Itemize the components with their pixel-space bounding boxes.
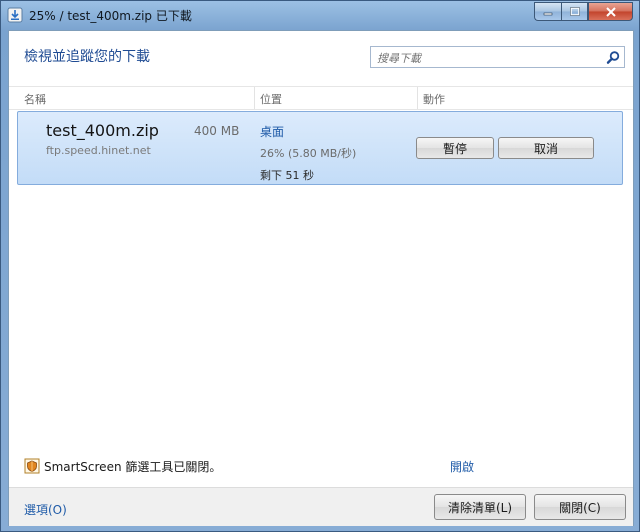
search-box[interactable] [370,46,625,68]
client-area: 檢視並追蹤您的下載 名稱 位置 動作 test_400m.zip 400 MB … [8,30,634,526]
column-location[interactable]: 位置 [260,91,282,107]
smartscreen-shield-icon [24,458,40,474]
clear-list-button[interactable]: 清除清單(L) [434,494,526,520]
window-title: 25% / test_400m.zip 已下載 [29,9,192,23]
file-size: 400 MB [194,124,240,138]
search-input[interactable] [375,49,599,67]
download-manager-window: 25% / test_400m.zip 已下載 檢視並追蹤您的下載 搜尋下載 名… [0,0,640,532]
search-icon[interactable] [606,50,621,65]
minimize-button[interactable] [534,2,561,21]
progress-text: 26% (5.80 MB/秒) [260,147,357,160]
time-remaining: 剩下 51 秒 [260,169,314,182]
options-link[interactable]: 選項(O) [24,501,67,518]
header: 檢視並追蹤您的下載 [9,31,633,85]
smartscreen-enable-link[interactable]: 開啟 [450,458,474,475]
close-icon [605,6,616,17]
pause-button[interactable]: 暫停 [416,137,494,159]
minimize-icon [543,12,553,15]
download-row[interactable]: test_400m.zip 400 MB ftp.speed.hinet.net… [17,111,623,185]
column-divider[interactable] [254,87,255,109]
page-title: 檢視並追蹤您的下載 [24,49,150,65]
maximize-icon [569,6,580,16]
smartscreen-status: SmartScreen 篩選工具已關閉。 [44,460,222,474]
window-controls [534,2,633,21]
close-window-button[interactable] [588,2,633,21]
footer: 選項(O) 清除清單(L) 關閉(C) [9,487,633,526]
cancel-button[interactable]: 取消 [498,137,594,159]
location-link[interactable]: 桌面 [260,123,284,140]
download-icon [7,7,23,23]
column-actions[interactable]: 動作 [423,91,445,107]
close-button[interactable]: 關閉(C) [534,494,626,520]
column-header: 名稱 位置 動作 [9,86,633,110]
column-name[interactable]: 名稱 [24,91,46,107]
file-name: test_400m.zip [46,121,159,140]
title-bar[interactable]: 25% / test_400m.zip 已下載 [1,1,639,29]
column-divider[interactable] [417,87,418,109]
file-source: ftp.speed.hinet.net [46,144,151,157]
maximize-button[interactable] [561,2,588,21]
